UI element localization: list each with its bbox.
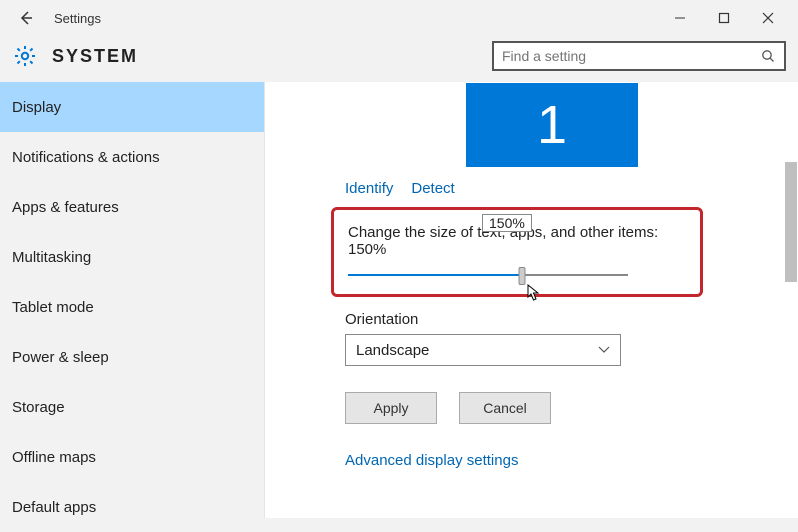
display-links: Identify Detect xyxy=(345,180,798,197)
header-title: SYSTEM xyxy=(52,46,138,67)
window-title: Settings xyxy=(54,11,101,26)
button-row: Apply Cancel xyxy=(345,392,798,424)
cancel-button[interactable]: Cancel xyxy=(459,392,551,424)
advanced-display-link[interactable]: Advanced display settings xyxy=(345,452,798,469)
identify-link[interactable]: Identify xyxy=(345,180,393,197)
close-button[interactable] xyxy=(746,0,790,36)
sidebar-item-label: Multitasking xyxy=(12,249,91,266)
sidebar-item-label: Power & sleep xyxy=(12,349,109,366)
search-input[interactable] xyxy=(502,48,760,64)
monitor-number: 1 xyxy=(537,94,567,156)
monitor-tile[interactable]: 1 xyxy=(466,83,638,167)
sidebar-item-label: Storage xyxy=(12,399,65,416)
main-panel: 1 Identify Detect 150% Change the size o… xyxy=(264,82,798,518)
sidebar-item-label: Tablet mode xyxy=(12,299,94,316)
sidebar-item-apps-features[interactable]: Apps & features xyxy=(0,182,264,232)
sidebar-item-display[interactable]: Display xyxy=(0,82,264,132)
sidebar: Display Notifications & actions Apps & f… xyxy=(0,82,264,518)
sidebar-item-tablet-mode[interactable]: Tablet mode xyxy=(0,282,264,332)
display-arrangement: 1 xyxy=(345,82,798,168)
detect-link[interactable]: Detect xyxy=(411,180,454,197)
apply-label: Apply xyxy=(373,400,408,416)
slider-fill xyxy=(348,274,522,276)
scrollbar[interactable] xyxy=(784,82,798,518)
chevron-down-icon xyxy=(598,343,610,357)
search-icon xyxy=(760,48,776,64)
orientation-value: Landscape xyxy=(356,342,429,359)
sidebar-item-multitasking[interactable]: Multitasking xyxy=(0,232,264,282)
cursor-icon xyxy=(527,284,541,305)
minimize-button[interactable] xyxy=(658,0,702,36)
sidebar-item-label: Default apps xyxy=(12,499,96,516)
sidebar-item-label: Display xyxy=(12,99,61,116)
sidebar-item-storage[interactable]: Storage xyxy=(0,382,264,432)
scrollbar-thumb[interactable] xyxy=(785,162,797,282)
cancel-label: Cancel xyxy=(483,400,527,416)
back-button[interactable] xyxy=(8,0,44,36)
apply-button[interactable]: Apply xyxy=(345,392,437,424)
sidebar-item-label: Apps & features xyxy=(12,199,119,216)
sidebar-item-notifications[interactable]: Notifications & actions xyxy=(0,132,264,182)
scale-tooltip: 150% xyxy=(482,214,532,232)
gear-icon xyxy=(12,43,38,69)
sidebar-item-default-apps[interactable]: Default apps xyxy=(0,482,264,532)
sidebar-item-offline-maps[interactable]: Offline maps xyxy=(0,432,264,482)
sidebar-item-power-sleep[interactable]: Power & sleep xyxy=(0,332,264,382)
titlebar: Settings xyxy=(0,0,798,36)
slider-thumb[interactable] xyxy=(518,267,525,285)
header: SYSTEM xyxy=(0,36,798,82)
sidebar-item-label: Offline maps xyxy=(12,449,96,466)
window-controls xyxy=(658,0,790,36)
scaling-highlight: 150% Change the size of text, apps, and … xyxy=(331,207,703,297)
scale-slider[interactable] xyxy=(348,274,628,276)
maximize-button[interactable] xyxy=(702,0,746,36)
slider-track xyxy=(348,274,628,276)
orientation-label: Orientation xyxy=(345,311,798,328)
orientation-dropdown[interactable]: Landscape xyxy=(345,334,621,366)
search-box[interactable] xyxy=(492,41,786,71)
sidebar-item-label: Notifications & actions xyxy=(12,149,160,166)
